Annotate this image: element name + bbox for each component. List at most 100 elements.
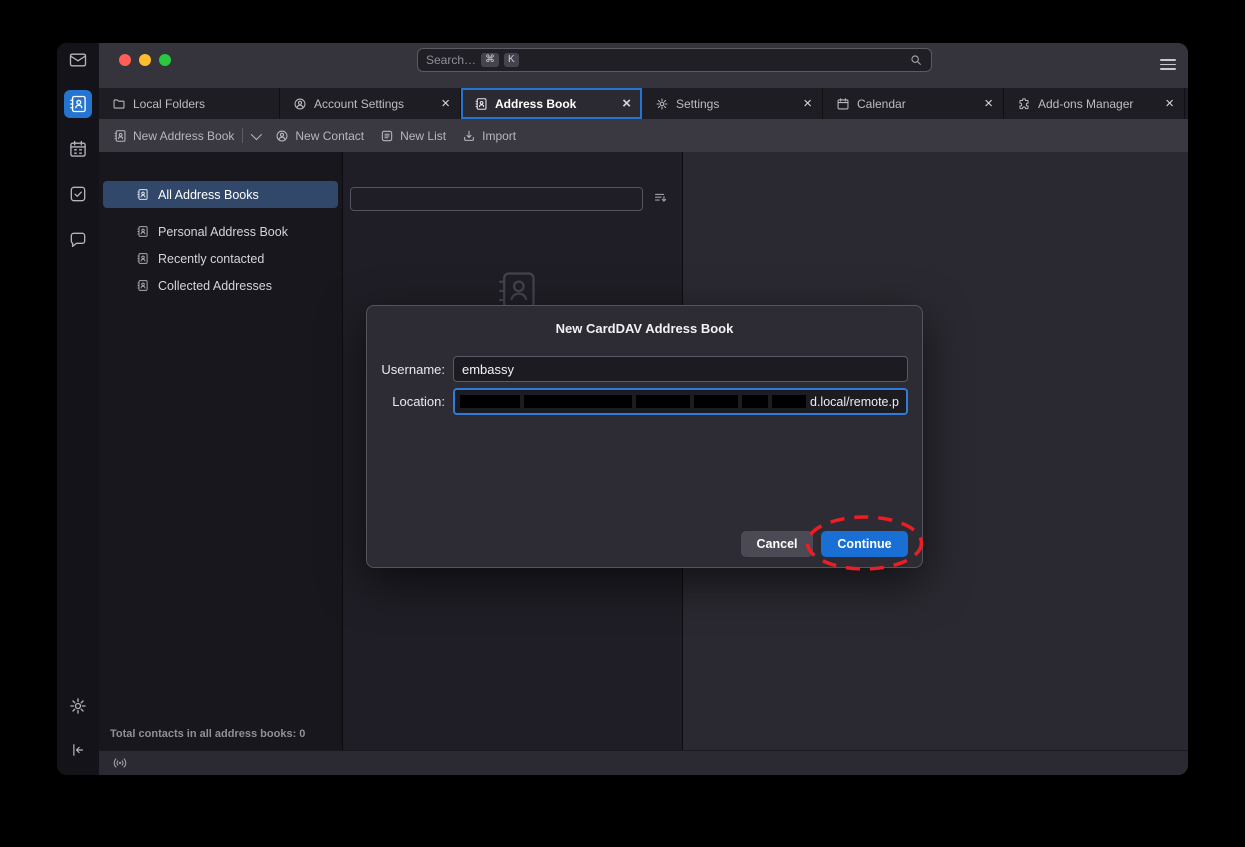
tab-label: Local Folders (133, 97, 271, 111)
close-window-button[interactable] (119, 54, 131, 66)
new-list-label: New List (400, 129, 446, 143)
zoom-window-button[interactable] (159, 54, 171, 66)
address-book-icon (474, 97, 488, 111)
username-input[interactable] (453, 356, 908, 382)
display-options-button[interactable] (653, 190, 668, 205)
book-row-label: Recently contacted (158, 252, 264, 266)
redaction-bar (460, 395, 520, 408)
new-contact-icon (275, 129, 289, 143)
location-label: Location: (367, 394, 445, 409)
cancel-button[interactable]: Cancel (741, 531, 813, 557)
calendar-icon (836, 97, 850, 111)
tab-address-book[interactable]: Address Book × (461, 88, 642, 119)
redaction-bar (772, 395, 806, 408)
location-visible-text: d.local/remote.p (810, 395, 899, 409)
address-books-pane: All Address Books Personal Address Book … (99, 152, 342, 750)
calendar-space-button[interactable] (64, 135, 92, 163)
titlebar: Search… ⌘ K (99, 43, 1188, 88)
redaction-bar (524, 395, 632, 408)
close-tab-button[interactable]: × (1163, 97, 1176, 111)
address-book-icon (113, 129, 127, 143)
address-book-icon (136, 252, 149, 265)
book-row-all-address-books[interactable]: All Address Books (103, 181, 338, 208)
calendar-icon (68, 139, 88, 159)
chevron-down-icon[interactable] (251, 128, 262, 139)
tab-label: Add-ons Manager (1038, 97, 1156, 111)
sort-list-icon (653, 190, 668, 205)
search-icon (909, 53, 923, 67)
new-address-book-label: New Address Book (133, 129, 234, 143)
address-books-list: All Address Books Personal Address Book … (99, 152, 342, 299)
close-tab-button[interactable]: × (982, 97, 995, 111)
tasks-icon (68, 184, 88, 204)
close-tab-button[interactable]: × (620, 97, 633, 111)
tab-label: Calendar (857, 97, 975, 111)
import-icon (462, 129, 476, 143)
redaction-bar (742, 395, 768, 408)
tab-calendar[interactable]: Calendar × (823, 88, 1004, 119)
minimize-window-button[interactable] (139, 54, 151, 66)
address-books-group: Personal Address Book Recently contacted… (99, 218, 342, 299)
book-row-label: Personal Address Book (158, 225, 288, 239)
tab-settings[interactable]: Settings × (642, 88, 823, 119)
k-key-badge: K (504, 53, 519, 67)
redaction-bar (694, 395, 738, 408)
new-address-book-button[interactable]: New Address Book (113, 128, 259, 143)
desktop-background: Search… ⌘ K Local Folders Account Settin… (0, 0, 1245, 847)
book-row-label: All Address Books (158, 188, 259, 202)
search-placeholder: Search… (426, 53, 476, 67)
gear-icon (68, 696, 88, 716)
tab-addons-manager[interactable]: Add-ons Manager × (1004, 88, 1185, 119)
new-list-button[interactable]: New List (380, 129, 446, 143)
tab-account-settings[interactable]: Account Settings × (280, 88, 461, 119)
import-button[interactable]: Import (462, 129, 516, 143)
tab-label: Address Book (495, 97, 613, 111)
spaces-settings-button[interactable] (64, 692, 92, 720)
account-settings-icon (293, 97, 307, 111)
close-tab-button[interactable]: × (439, 97, 452, 111)
button-separator (242, 128, 243, 143)
tab-strip: Local Folders Account Settings × Address… (99, 88, 1188, 119)
spaces-toolbar (57, 43, 99, 775)
gear-icon (655, 97, 669, 111)
list-icon (380, 129, 394, 143)
tab-label: Account Settings (314, 97, 432, 111)
new-contact-button[interactable]: New Contact (275, 129, 364, 143)
chat-space-button[interactable] (64, 226, 92, 254)
status-bar (99, 750, 1188, 775)
thunderbird-window: Search… ⌘ K Local Folders Account Settin… (57, 43, 1188, 775)
new-carddav-dialog: New CardDAV Address Book Username: Locat… (366, 305, 923, 568)
tab-label: Settings (676, 97, 794, 111)
username-label: Username: (367, 362, 445, 377)
address-book-icon (136, 188, 149, 201)
global-search[interactable]: Search… ⌘ K (417, 48, 932, 72)
collapse-icon (69, 741, 87, 759)
address-book-icon (136, 279, 149, 292)
cmd-key-badge: ⌘ (481, 53, 499, 67)
address-book-space-button[interactable] (64, 90, 92, 118)
book-row-collected-addresses[interactable]: Collected Addresses (103, 272, 338, 299)
continue-button[interactable]: Continue (821, 531, 908, 557)
puzzle-icon (1017, 97, 1031, 111)
mail-icon (68, 50, 88, 70)
address-book-icon (68, 94, 88, 114)
collapse-spaces-button[interactable] (64, 736, 92, 764)
mail-space-button[interactable] (64, 46, 92, 74)
app-menu-button[interactable] (1160, 59, 1176, 70)
folder-icon (112, 97, 126, 111)
book-row-personal-address-book[interactable]: Personal Address Book (103, 218, 338, 245)
tab-local-folders[interactable]: Local Folders (99, 88, 280, 119)
chat-icon (68, 230, 88, 250)
book-row-recently-contacted[interactable]: Recently contacted (103, 245, 338, 272)
book-row-label: Collected Addresses (158, 279, 272, 293)
tasks-space-button[interactable] (64, 180, 92, 208)
redaction-bar (636, 395, 690, 408)
address-book-icon (136, 225, 149, 238)
close-tab-button[interactable]: × (801, 97, 814, 111)
new-contact-label: New Contact (295, 129, 364, 143)
import-label: Import (482, 129, 516, 143)
contacts-search-input[interactable] (350, 187, 643, 211)
dialog-title: New CardDAV Address Book (367, 321, 922, 336)
location-input[interactable]: d.local/remote.p (453, 388, 908, 415)
network-broadcast-icon (111, 755, 129, 771)
